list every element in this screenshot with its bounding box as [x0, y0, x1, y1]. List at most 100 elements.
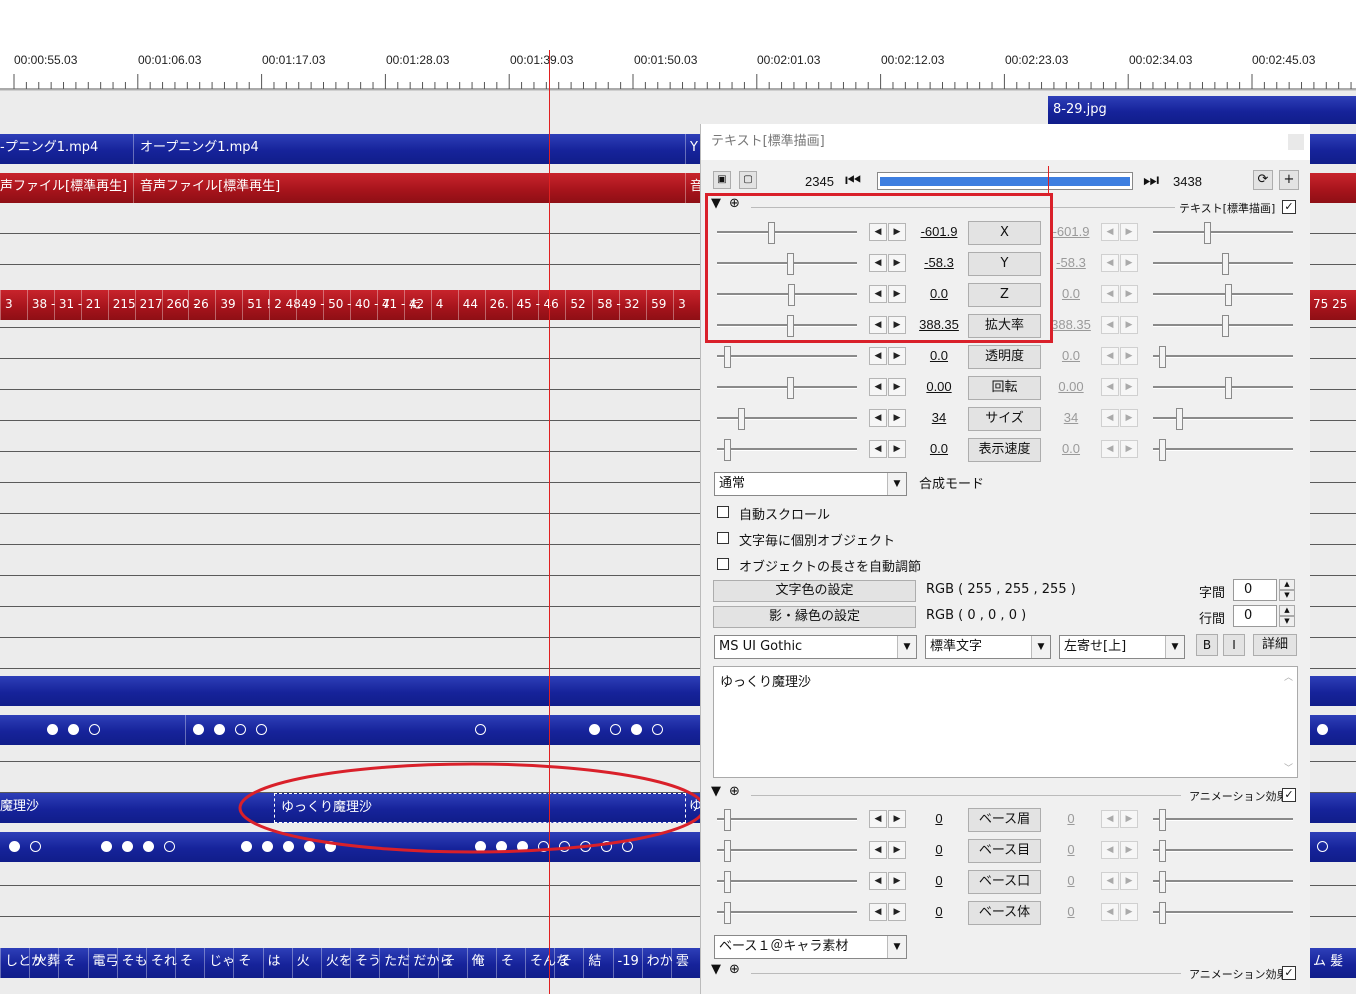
bottom-text-clip[interactable]: しとか: [0, 948, 44, 978]
decrement-arrow-icon[interactable]: ◀: [1101, 810, 1119, 828]
increment-arrow-icon[interactable]: ▶: [1120, 810, 1138, 828]
increment-arrow-icon[interactable]: ▶: [1120, 254, 1138, 272]
spin-down-icon[interactable]: ▼: [1279, 616, 1295, 627]
bottom-text-clip[interactable]: わか: [641, 948, 673, 978]
add-filter-icon[interactable]: +: [1279, 170, 1299, 190]
blue-clip[interactable]: [0, 676, 700, 706]
decrement-arrow-icon[interactable]: ◀: [869, 841, 887, 859]
increment-arrow-icon[interactable]: ▶: [1120, 347, 1138, 365]
decrement-arrow-icon[interactable]: ◀: [1101, 872, 1119, 890]
bold-button[interactable]: B: [1196, 634, 1218, 656]
video-clip[interactable]: [1309, 134, 1356, 164]
scene-icon[interactable]: ▣: [713, 171, 731, 189]
subtitle-clip[interactable]: 46: [538, 290, 565, 320]
subtitle-clip[interactable]: 49 -: [296, 290, 325, 320]
bottom-text-clip[interactable]: 火: [291, 948, 321, 978]
face-anim-clip[interactable]: [1309, 715, 1356, 745]
slider-knob[interactable]: [1159, 840, 1166, 862]
increment-arrow-icon[interactable]: ▶: [1120, 285, 1138, 303]
right-track-slider[interactable]: [1153, 386, 1293, 389]
end-value[interactable]: 0.00: [1045, 379, 1097, 394]
bottom-text-clip[interactable]: そ: [58, 948, 87, 978]
slider-knob[interactable]: [1204, 222, 1211, 244]
link-icon[interactable]: ⟳: [1253, 170, 1273, 190]
subtitle-clip[interactable]: 52: [565, 290, 592, 320]
video-clip[interactable]: -プニング1.mp4: [0, 134, 133, 164]
slider-knob[interactable]: [1222, 253, 1229, 275]
right-track-slider[interactable]: [1153, 911, 1293, 914]
slider-knob[interactable]: [1159, 902, 1166, 924]
slider-knob[interactable]: [724, 840, 731, 862]
subtitle-clip[interactable]: 42: [403, 290, 431, 320]
start-value[interactable]: 0: [911, 842, 967, 857]
decrement-arrow-icon[interactable]: ◀: [869, 347, 887, 365]
bottom-text-clip[interactable]: 火を: [320, 948, 352, 978]
decrement-arrow-icon[interactable]: ◀: [1101, 903, 1119, 921]
increment-arrow-icon[interactable]: ▶: [1120, 841, 1138, 859]
increment-arrow-icon[interactable]: ▶: [888, 378, 906, 396]
bottom-text-clip[interactable]: そ: [554, 948, 583, 978]
char-spacing-input[interactable]: 0: [1233, 579, 1277, 601]
fast-forward-icon[interactable]: ⏭: [1143, 170, 1159, 191]
decrement-arrow-icon[interactable]: ◀: [1101, 223, 1119, 241]
increment-arrow-icon[interactable]: ▶: [1120, 409, 1138, 427]
left-track-slider[interactable]: [717, 880, 857, 883]
bottom-text-clip[interactable]: そ: [437, 948, 467, 978]
end-value[interactable]: 0.0: [1045, 441, 1097, 456]
parameter-button[interactable]: サイズ: [968, 407, 1041, 431]
subtitle-clip[interactable]: 2 48: [269, 290, 301, 320]
bottom-text-clip[interactable]: は: [262, 948, 292, 978]
scroll-down-icon[interactable]: ﹀: [1284, 761, 1293, 774]
slider-knob[interactable]: [738, 408, 745, 430]
parameter-button[interactable]: 表示速度: [968, 438, 1041, 462]
spin-down-icon[interactable]: ▼: [1279, 590, 1295, 601]
bottom-text-clip[interactable]: 俺: [466, 948, 496, 978]
slider-knob[interactable]: [1222, 315, 1229, 337]
bottom-text-clip[interactable]: そ: [175, 948, 204, 978]
subtitle-clip[interactable]: 3: [673, 290, 700, 320]
increment-arrow-icon[interactable]: ▶: [1120, 903, 1138, 921]
subtitle-clip[interactable]: 44: [457, 290, 485, 320]
increment-arrow-icon[interactable]: ▶: [1120, 223, 1138, 241]
decrement-arrow-icon[interactable]: ◀: [869, 810, 887, 828]
right-track-slider[interactable]: [1153, 231, 1293, 234]
right-track-slider[interactable]: [1153, 355, 1293, 358]
section-enable-checkbox[interactable]: ✓: [1282, 200, 1296, 214]
section-enable-checkbox[interactable]: ✓: [1282, 788, 1296, 802]
line-spacing-input[interactable]: 0: [1233, 605, 1277, 627]
increment-arrow-icon[interactable]: ▶: [888, 440, 906, 458]
subtitle-clip[interactable]: 31 -: [53, 290, 82, 320]
slider-knob[interactable]: [724, 871, 731, 893]
bottom-text-clip[interactable]: だから: [408, 948, 452, 978]
decrement-arrow-icon[interactable]: ◀: [869, 872, 887, 890]
parameter-button[interactable]: 透明度: [968, 345, 1041, 369]
subtitle-clip[interactable]: 41 - た: [376, 290, 421, 320]
right-track-slider[interactable]: [1153, 880, 1293, 883]
decrement-arrow-icon[interactable]: ◀: [1101, 409, 1119, 427]
subtitle-clip-track[interactable]: 3 38 -31 -21 215 217 260 -26 39 51 ! 2 48 49 -50…: [0, 290, 700, 320]
subtitle-clip[interactable]: 50 -: [323, 290, 351, 320]
audio-clip-track[interactable]: 声ファイル[標準再生] 音声ファイル[標準再生] 音: [0, 173, 700, 203]
parameter-button[interactable]: ベース口: [968, 870, 1041, 894]
checkbox-auto-scroll[interactable]: [717, 506, 729, 518]
decrement-arrow-icon[interactable]: ◀: [1101, 841, 1119, 859]
subtitle-clip[interactable]: 26: [188, 290, 215, 320]
slider-knob[interactable]: [1225, 284, 1232, 306]
audio-clip[interactable]: 音声ファイル[標準再生]: [133, 173, 685, 203]
slider-knob[interactable]: [724, 346, 731, 368]
right-track-slider[interactable]: [1153, 448, 1293, 451]
align-select[interactable]: 左寄せ[上] ▼: [1059, 635, 1185, 659]
bottom-text-clip[interactable]: 雲: [670, 948, 700, 978]
text-content-input[interactable]: ゆっくり魔理沙 ︿ ﹀: [713, 666, 1298, 778]
bottom-text-clip[interactable]: ただ: [379, 948, 410, 978]
left-track-slider[interactable]: [717, 818, 857, 821]
collapse-triangle-icon[interactable]: ▼: [711, 784, 721, 799]
italic-button[interactable]: I: [1223, 634, 1245, 656]
end-value[interactable]: 0: [1045, 904, 1097, 919]
subtitle-clip[interactable]: 59: [646, 290, 673, 320]
detail-button[interactable]: 詳細: [1253, 634, 1297, 656]
shadow-color-button[interactable]: 影・縁色の設定: [713, 606, 916, 628]
subtitle-clip[interactable]: 38 -: [26, 290, 55, 320]
increment-arrow-icon[interactable]: ▶: [1120, 378, 1138, 396]
start-value[interactable]: 0: [911, 873, 967, 888]
